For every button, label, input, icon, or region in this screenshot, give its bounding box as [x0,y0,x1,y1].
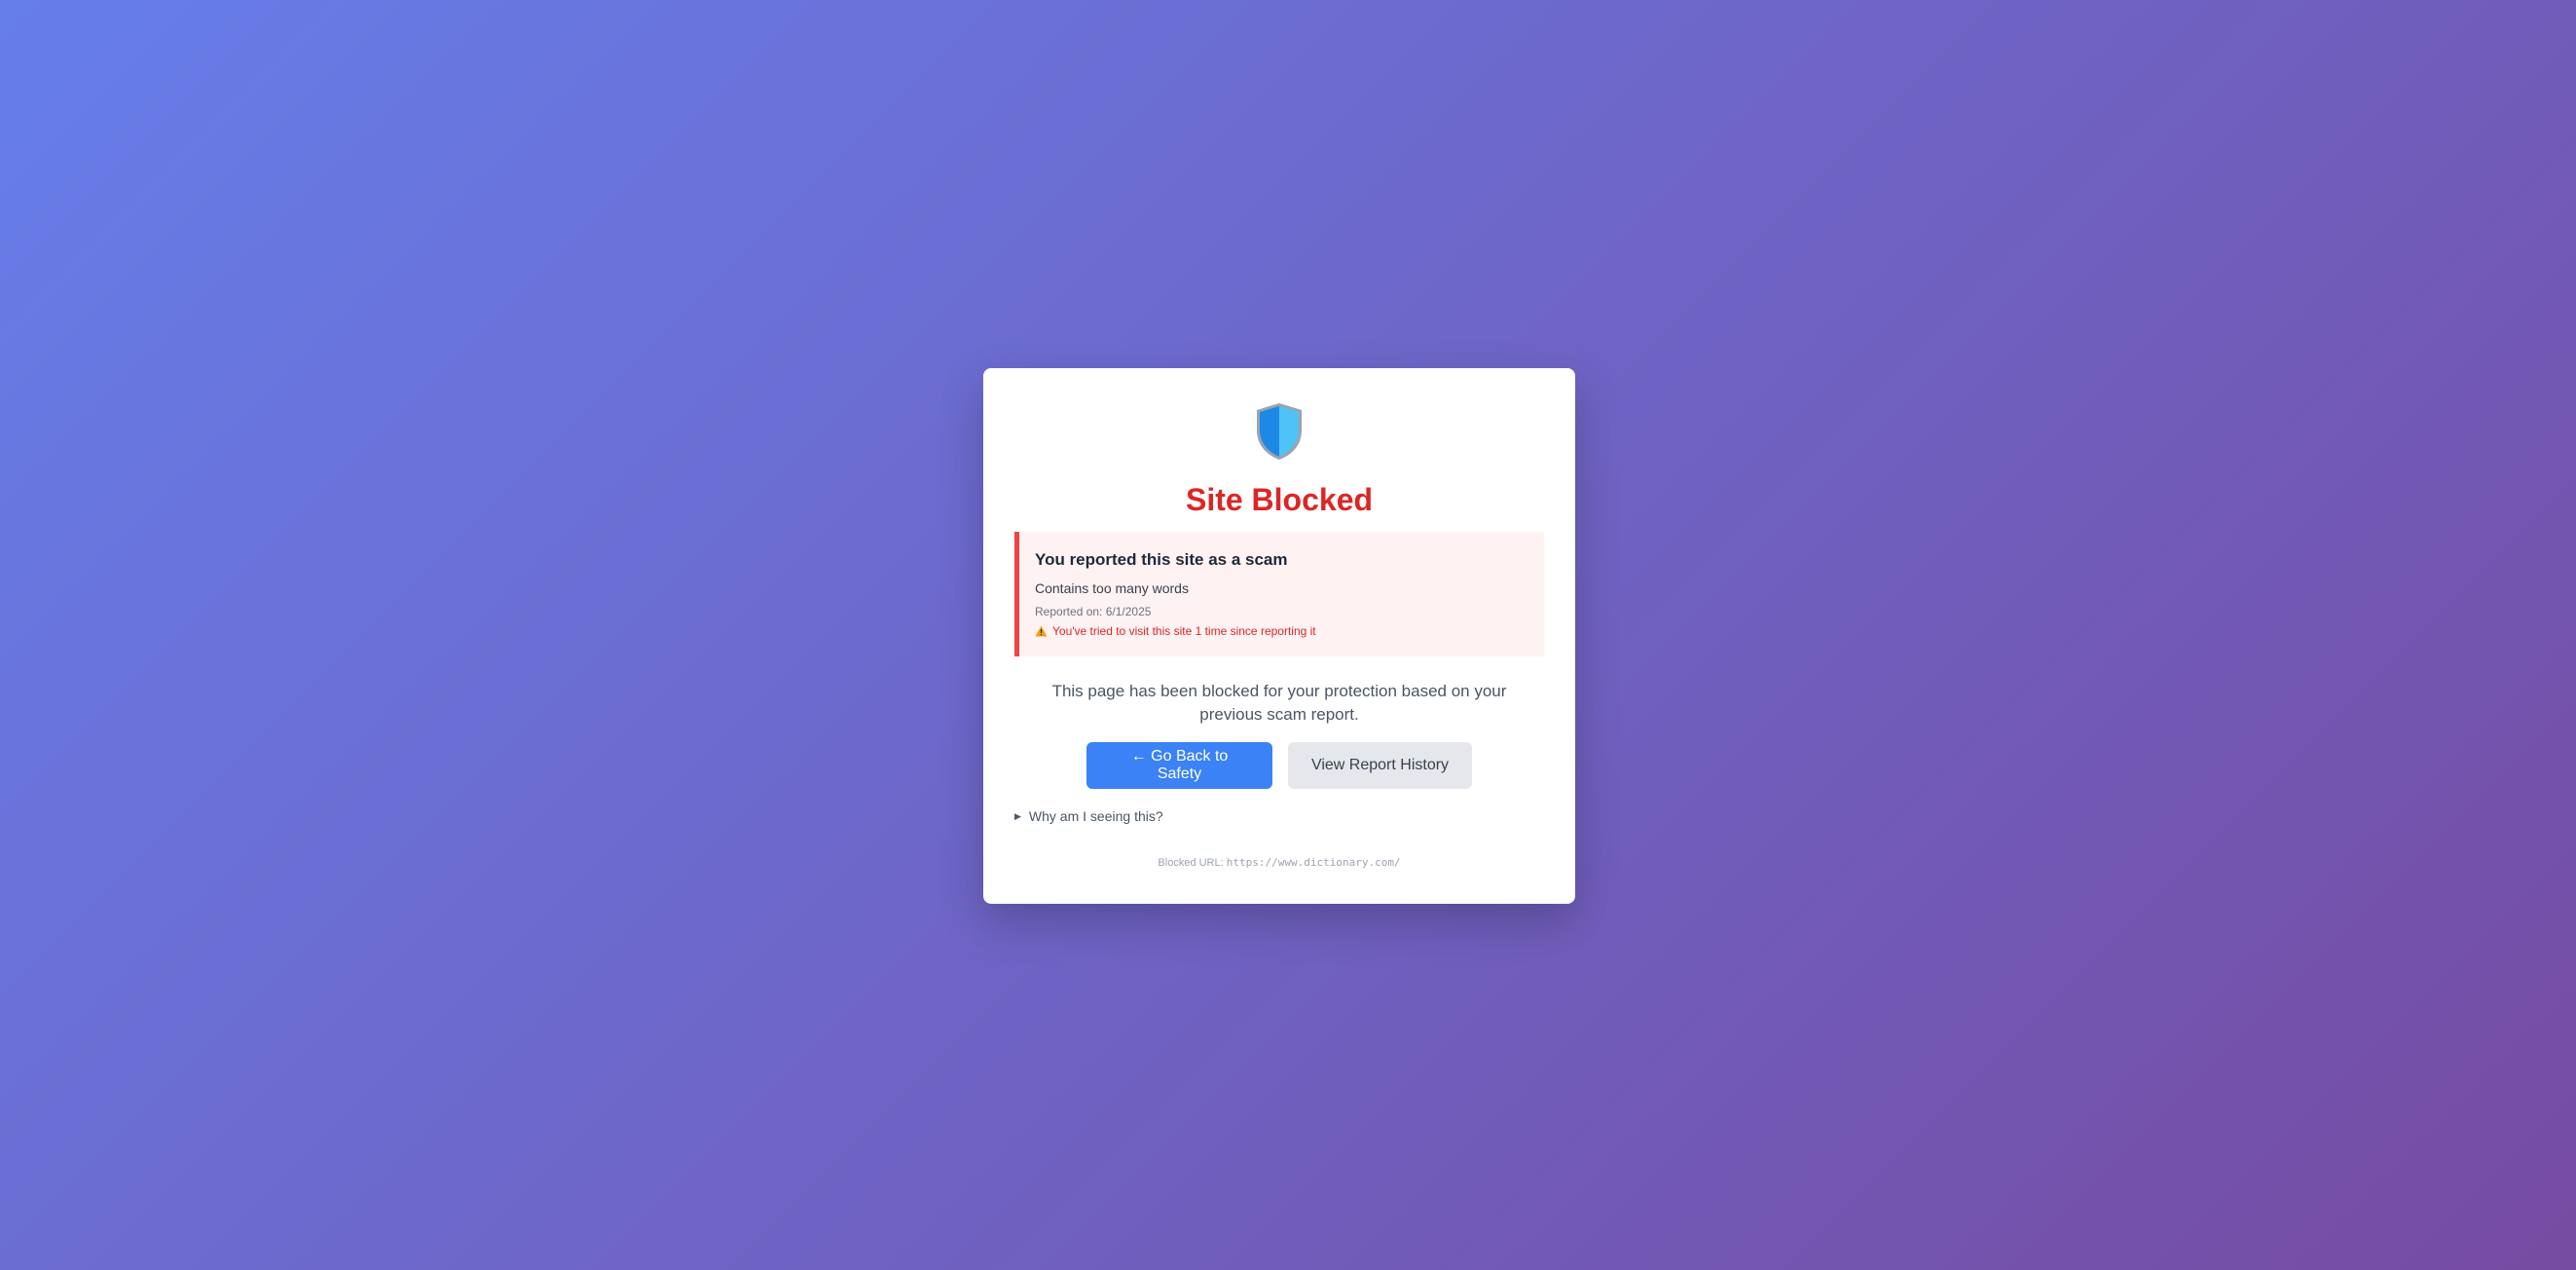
why-details-toggle[interactable]: ▶ Why am I seeing this? [1014,806,1544,826]
page-title: Site Blocked [1185,482,1374,517]
disclosure-triangle-icon: ▶ [1014,811,1021,821]
report-date: Reported on: 6/1/2025 [1035,605,1152,618]
blocked-card: Site Blocked You reported this site as a… [983,368,1575,904]
view-report-history-button[interactable]: View Report History [1288,742,1472,789]
visit-warning-text: You've tried to visit this site 1 time s… [1052,624,1316,638]
report-reason: Contains too many words [1035,580,1189,596]
blocked-url-label: Blocked URL: [1158,857,1224,869]
shield-icon [1014,401,1544,462]
blocked-url-footer: Blocked URL: https://www.dictionary.com/ [1014,855,1544,871]
alert-heading: You reported this site as a scam [1035,550,1288,569]
protection-message: This page has been blocked for your prot… [1051,682,1507,724]
why-details-label: Why am I seeing this? [1028,808,1163,824]
go-back-button[interactable]: ← Go Back to Safety [1086,742,1272,789]
blocked-url: https://www.dictionary.com/ [1226,856,1401,869]
warning-icon [1035,625,1048,637]
visit-warning: You've tried to visit this site 1 time s… [1035,623,1528,639]
action-buttons: ← Go Back to Safety View Report History [1014,742,1544,789]
report-alert: You reported this site as a scam Contain… [1014,532,1544,656]
